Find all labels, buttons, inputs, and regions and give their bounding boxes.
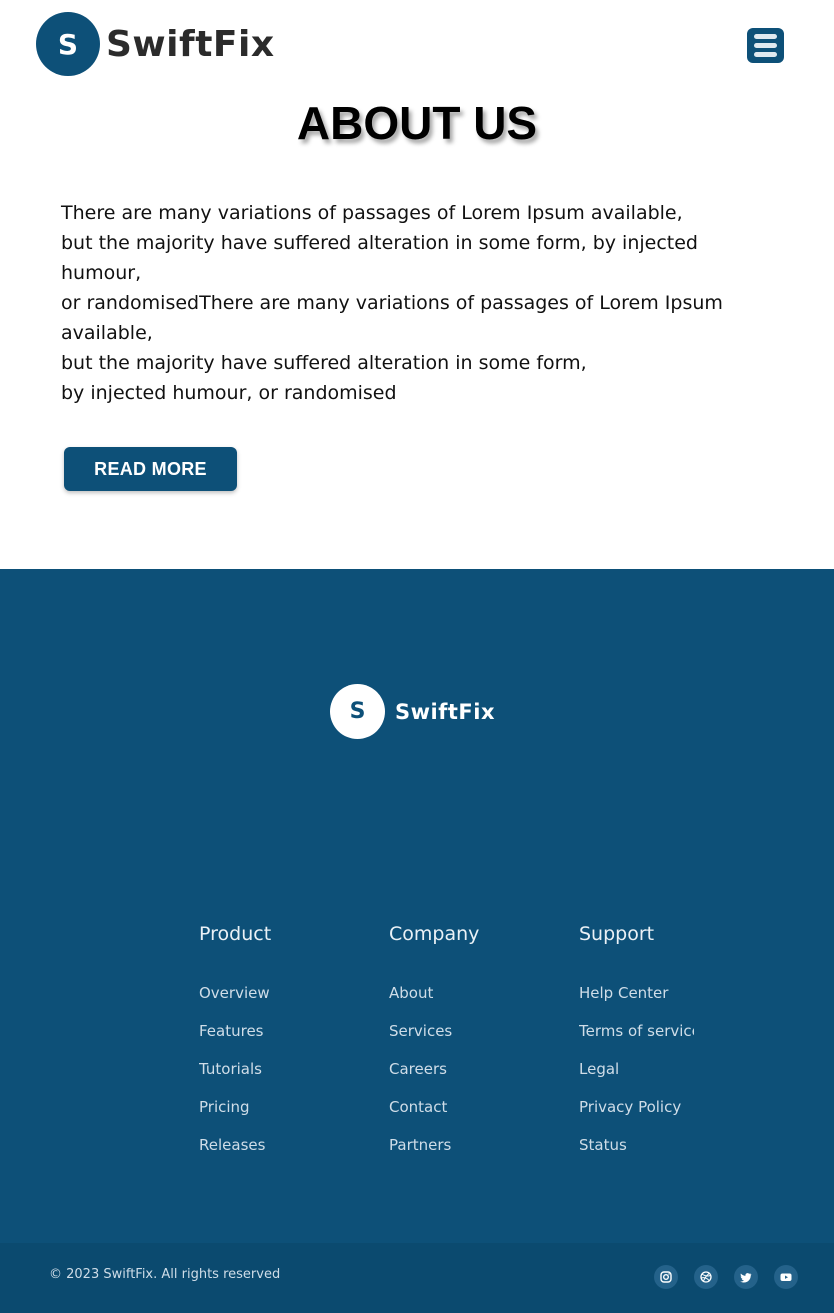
hamburger-line [754, 52, 777, 57]
footer-logo[interactable]: S SwiftFix [330, 684, 495, 739]
site-header: S SwiftFix [0, 0, 834, 90]
youtube-icon[interactable] [774, 1265, 798, 1289]
about-text: There are many variations of passages of… [61, 198, 741, 408]
footer-link-careers[interactable]: Careers [389, 1059, 504, 1097]
footer-link-tutorials[interactable]: Tutorials [199, 1059, 314, 1097]
footer-bottom-bar: © 2023 SwiftFix. All rights reserved [0, 1243, 834, 1313]
footer-column-title: Support [579, 923, 655, 945]
footer-logo-text: SwiftFix [395, 699, 495, 724]
footer-column-product: Product Overview Features Tutorials Pric… [199, 923, 314, 1173]
footer-column-support: Support Help Center Terms of service Leg… [579, 923, 694, 1173]
about-line: or randomisedThere are many variations o… [61, 292, 723, 344]
site-footer: S SwiftFix Product Overview Features Tut… [0, 569, 834, 1313]
hamburger-line [754, 43, 777, 48]
logo-text: SwiftFix [106, 23, 275, 65]
footer-link-help-center[interactable]: Help Center [579, 983, 694, 1021]
footer-link-releases[interactable]: Releases [199, 1135, 314, 1173]
footer-link-features[interactable]: Features [199, 1021, 314, 1059]
footer-column-title: Product [199, 923, 272, 945]
footer-link-services[interactable]: Services [389, 1021, 504, 1059]
footer-logo-mark: S [330, 684, 385, 739]
footer-link-contact[interactable]: Contact [389, 1097, 504, 1135]
footer-column-company: Company About Services Careers Contact P… [389, 923, 504, 1173]
about-line: but the majority have suffered alteratio… [61, 232, 698, 284]
instagram-icon[interactable] [654, 1265, 678, 1289]
footer-link-status[interactable]: Status [579, 1135, 694, 1173]
logo-mark: S [36, 12, 100, 76]
about-line: by injected humour, or randomised [61, 382, 397, 404]
copyright-text: © 2023 SwiftFix. All rights reserved [49, 1267, 281, 1282]
twitter-icon[interactable] [734, 1265, 758, 1289]
hamburger-menu-button[interactable] [747, 28, 784, 63]
about-line: but the majority have suffered alteratio… [61, 352, 587, 374]
footer-link-pricing[interactable]: Pricing [199, 1097, 314, 1135]
read-more-button[interactable]: READ MORE [64, 447, 237, 491]
brand-logo[interactable]: S SwiftFix [36, 12, 275, 76]
footer-link-about[interactable]: About [389, 983, 504, 1021]
footer-link-privacy[interactable]: Privacy Policy [579, 1097, 694, 1135]
footer-column-title: Company [389, 923, 480, 945]
about-line: There are many variations of passages of… [61, 202, 683, 224]
footer-link-terms[interactable]: Terms of service [579, 1021, 694, 1059]
dribbble-icon[interactable] [694, 1265, 718, 1289]
footer-link-overview[interactable]: Overview [199, 983, 314, 1021]
hamburger-menu-icon [754, 34, 777, 39]
footer-link-legal[interactable]: Legal [579, 1059, 694, 1097]
page-title: ABOUT US [296, 97, 538, 149]
footer-link-partners[interactable]: Partners [389, 1135, 504, 1173]
